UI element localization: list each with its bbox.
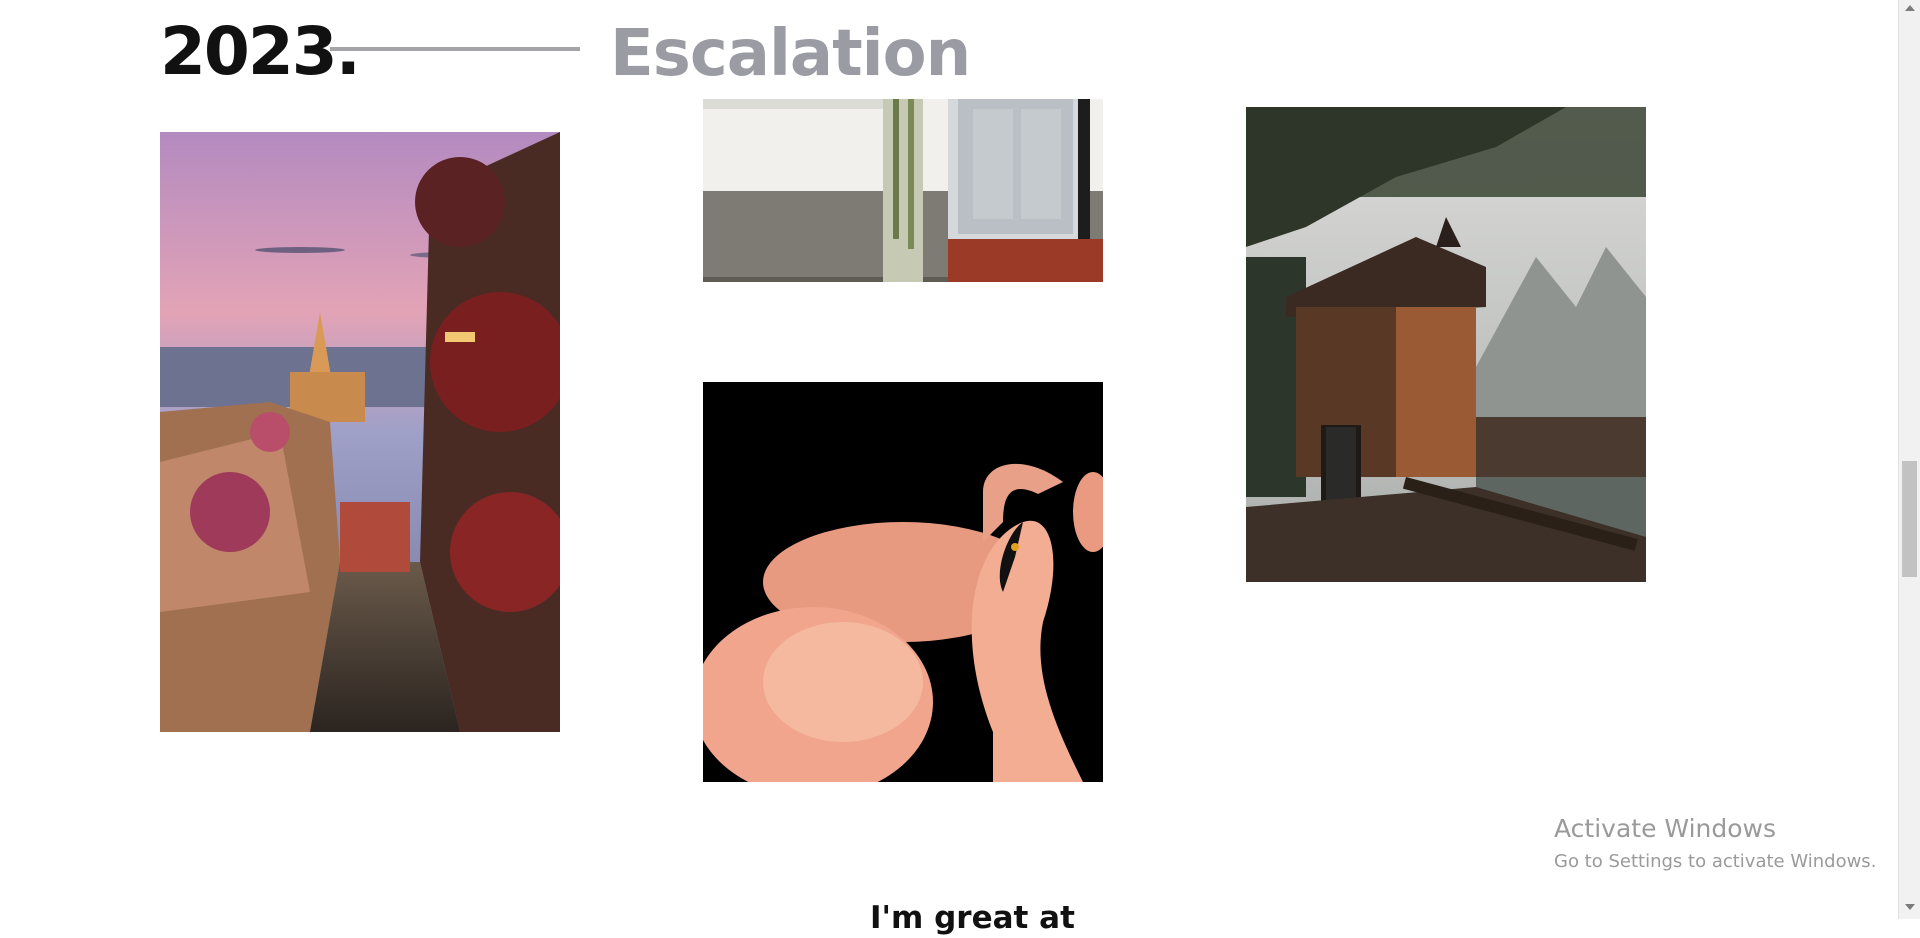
street-at-dusk-image — [160, 132, 560, 732]
boathouse-image — [1246, 107, 1646, 582]
year-heading: 2023. — [160, 13, 361, 90]
divider-line — [330, 47, 580, 51]
scroll-down-arrow-icon[interactable] — [1905, 904, 1915, 910]
white-wall-door-photo[interactable] — [703, 99, 1103, 282]
watermark-subtitle: Go to Settings to activate Windows. — [1554, 851, 1877, 872]
skills-heading: I'm great at — [870, 900, 1075, 936]
activate-windows-watermark: Activate Windows Go to Settings to activ… — [1554, 814, 1876, 874]
flamingos-image — [703, 382, 1103, 782]
flamingos-photo[interactable] — [703, 382, 1103, 782]
section-title: Escalation — [610, 17, 971, 91]
boathouse-photo[interactable] — [1246, 107, 1646, 582]
vertical-scrollbar[interactable] — [1898, 0, 1920, 919]
white-wall-door-image — [703, 99, 1103, 282]
scroll-up-arrow-icon[interactable] — [1905, 5, 1915, 11]
street-at-dusk-photo[interactable] — [160, 132, 560, 732]
watermark-title: Activate Windows — [1554, 814, 1776, 843]
scrollbar-thumb[interactable] — [1902, 461, 1917, 577]
